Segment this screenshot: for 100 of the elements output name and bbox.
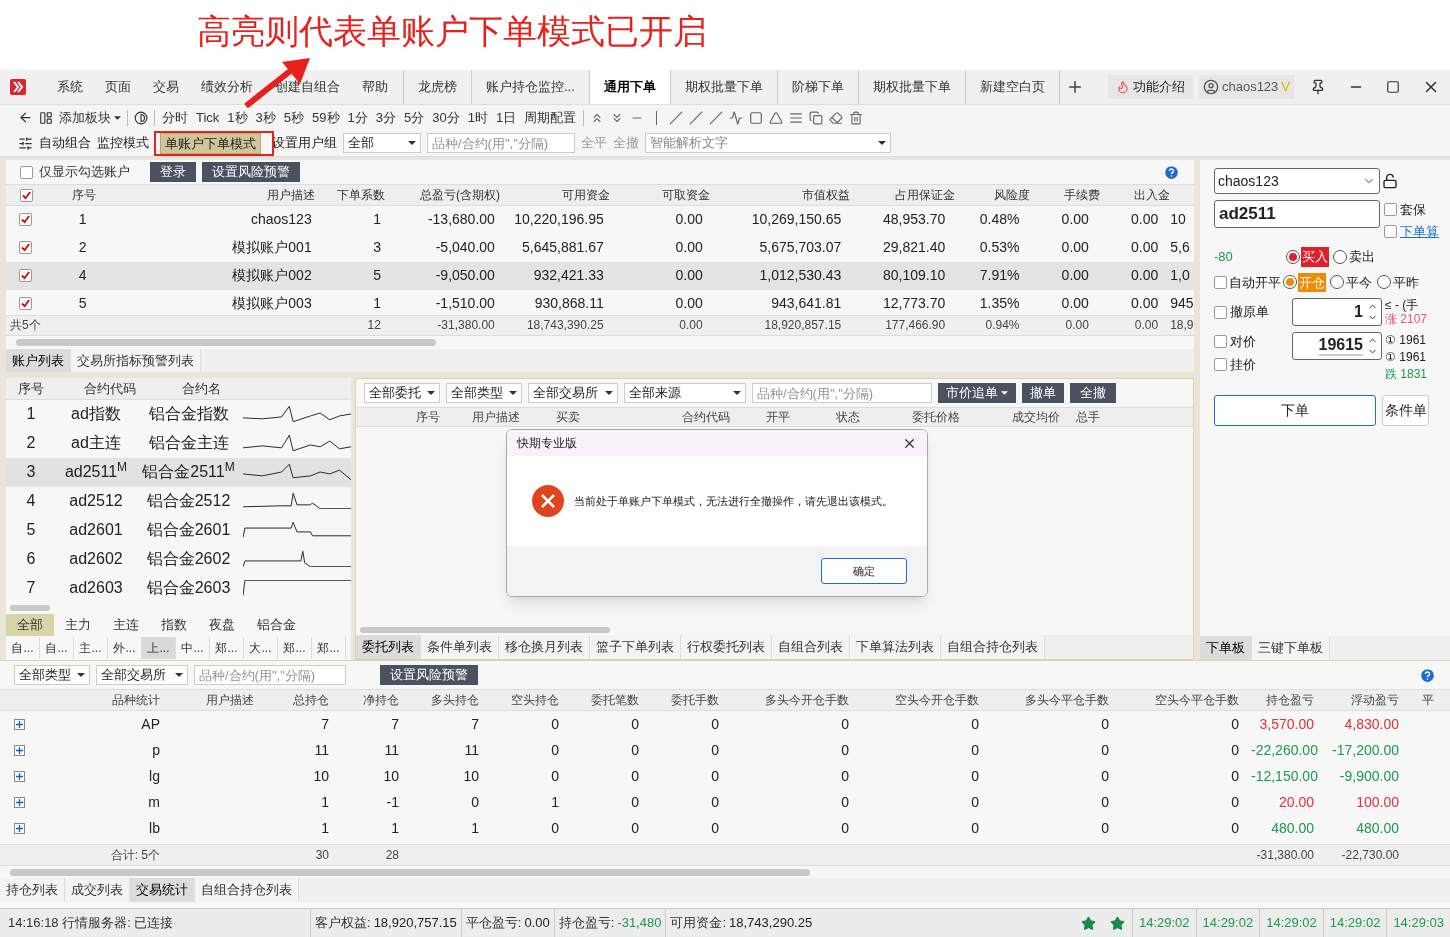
back-icon[interactable] [18,110,33,125]
vertical-line-icon[interactable] [656,110,658,125]
filter-dropdown[interactable]: 全部来源 [624,383,746,403]
auto-combo-button[interactable]: 自动组合 [39,133,91,153]
expand-toggle[interactable] [14,718,25,730]
filter-tab[interactable]: 夜盘 [198,613,246,636]
filter-dropdown[interactable]: 全部交易所 [528,383,618,403]
contract-row[interactable]: 6 ad2602 铝合金2602 [6,544,351,574]
row-checkbox[interactable] [19,269,33,283]
search-field[interactable]: 品种/合约(用","分隔) [194,665,346,685]
filter-dropdown[interactable]: 全部类型 [14,665,90,685]
drawing-tool-icon[interactable] [809,110,824,125]
settings-icon[interactable] [18,135,33,151]
checkbox[interactable] [1214,275,1227,289]
checkbox[interactable] [1384,224,1397,238]
tab[interactable]: 下单算法列表 [850,635,941,659]
scrollbar[interactable] [16,338,436,346]
page-tab[interactable]: 通用下单 [588,70,670,104]
parse-text-dropdown[interactable]: 智能解析文字 [645,133,891,153]
toolbar-button[interactable]: 设置风险预警 [202,162,300,183]
exchange-tab[interactable]: 自... [40,637,74,660]
radio-button[interactable] [1283,275,1297,290]
period-button[interactable]: 3秒 [254,107,277,128]
page-tab[interactable]: 阶梯下单 [776,70,858,104]
checkbox[interactable] [1214,357,1227,371]
star-icon[interactable] [1109,915,1125,931]
menu-item[interactable]: 绩效分析 [190,77,264,97]
period-button[interactable]: 59秒 [311,107,341,128]
drawing-tool-icon[interactable] [849,110,864,125]
scrollbar[interactable] [360,627,610,633]
checkbox[interactable] [1214,305,1227,319]
period-button[interactable]: 1时 [466,107,489,128]
filter-dropdown[interactable]: 全部类型 [446,383,522,403]
period-button[interactable]: 1日 [494,107,518,128]
risk-alert-button[interactable]: 设置风险预警 [380,665,478,685]
menu-item[interactable]: 页面 [94,77,142,97]
algo-link[interactable]: 下单算 [1400,221,1439,241]
radio-button[interactable] [1330,275,1344,290]
contract-row[interactable]: 2 ad主连 铝合金主连 [6,428,351,458]
contract-row[interactable]: 4 ad2512 铝合金2512 [6,486,351,516]
tab[interactable]: 条件单列表 [421,635,499,659]
drawing-tool-icon[interactable] [669,110,684,125]
help-icon[interactable] [1419,666,1436,684]
tab[interactable]: 账户列表 [6,348,71,372]
exchange-tab[interactable]: 上... [142,637,176,660]
exchange-tab[interactable]: 自... [6,637,40,660]
period-button[interactable]: Tick [195,107,221,128]
unlock-icon[interactable] [1382,173,1398,189]
search-field[interactable]: 品种/合约(用","分隔) [752,383,932,403]
period-button[interactable]: 30分 [431,107,461,128]
page-tab[interactable]: 期权批量下单 [857,70,965,104]
select-all-checkbox[interactable] [19,188,33,202]
filter-tab[interactable]: 主力 [54,613,102,636]
filter-dropdown[interactable]: 全部委托 [364,383,440,403]
tab[interactable]: 交易所指标预警列表 [71,348,201,372]
monitor-mode-button[interactable]: 监控模式 [97,133,149,153]
checkbox[interactable] [1214,335,1227,349]
filter-dropdown[interactable]: 全部交易所 [96,665,188,685]
checkbox[interactable] [1384,203,1397,217]
row-checkbox[interactable] [19,213,33,227]
cancel-all-button[interactable]: 全撤 [1070,383,1116,403]
toolbar-button[interactable]: 登录 [150,162,196,183]
filter-tab[interactable]: 主连 [102,613,150,636]
exchange-tab[interactable]: 郑... [210,637,244,660]
help-icon[interactable] [1163,163,1180,181]
tab[interactable]: 下单板 [1200,636,1252,660]
menu-item[interactable]: 系统 [46,77,94,97]
contract-row[interactable]: 5 ad2601 铝合金2601 [6,515,351,545]
exchange-tab[interactable]: 大... [244,637,278,660]
radio-button[interactable] [1377,275,1391,290]
user-button[interactable]: chaos123 V [1198,75,1294,99]
tab[interactable]: 委托列表 [356,635,421,659]
quantity-spinner[interactable]: 1 [1292,298,1382,326]
period-button[interactable]: 3分 [374,107,397,128]
period-button[interactable]: 5分 [403,107,426,128]
price-spinner[interactable]: 19615 [1292,332,1382,360]
maximize-icon[interactable] [1386,80,1400,94]
period-button[interactable]: 1秒 [226,107,249,128]
contract-row[interactable]: 1 ad指数 铝合金指数 [6,399,351,429]
exchange-tab[interactable]: 郑... [312,637,346,660]
period-button[interactable]: 5秒 [282,107,306,128]
drawing-tool-icon[interactable] [829,110,844,125]
menu-item[interactable]: 交易 [142,77,190,97]
exchange-tab[interactable]: 郑... [278,637,312,660]
expand-toggle[interactable] [14,770,25,782]
confirm-button[interactable]: 确定 [821,558,907,584]
tab[interactable]: 成交列表 [65,878,130,902]
drawing-tool-icon[interactable] [689,110,704,125]
drawing-tool-icon[interactable] [729,110,744,125]
page-tab[interactable]: 账户持仓监控... [471,70,589,104]
radio-button[interactable] [1333,249,1347,264]
scrollbar[interactable] [10,868,810,876]
feature-intro-button[interactable]: 功能介绍 [1107,75,1193,99]
tab[interactable]: 交易统计 [130,878,195,902]
row-checkbox[interactable] [19,297,33,311]
scrollbar[interactable] [10,604,50,611]
star-icon[interactable] [1080,915,1096,931]
tab[interactable]: 自组合持仓列表 [941,635,1045,659]
filter-tab[interactable]: 铝合金 [246,613,307,636]
expand-toggle[interactable] [14,822,25,834]
